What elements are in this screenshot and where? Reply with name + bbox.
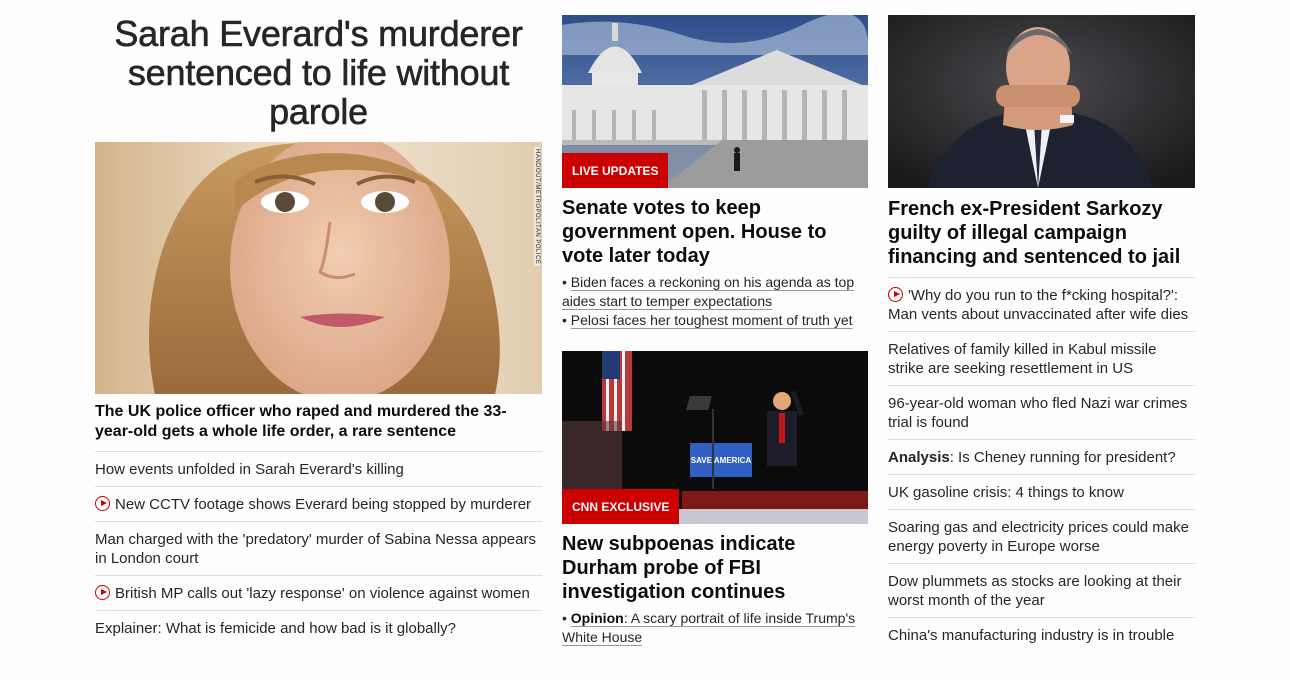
related-item-text: Dow plummets as stocks are looking at th… [888, 573, 1182, 609]
related-item[interactable]: New CCTV footage shows Everard being sto… [95, 487, 542, 522]
top-story-column: Sarah Everard's murderer sentenced to li… [95, 0, 542, 645]
related-item-text: How events unfolded in Sarah Everard's k… [95, 461, 404, 478]
related-item[interactable]: Dow plummets as stocks are looking at th… [888, 564, 1195, 618]
related-item[interactable]: Man charged with the 'predatory' murder … [95, 522, 542, 576]
related-item[interactable]: UK gasoline crisis: 4 things to know [888, 475, 1195, 510]
related-item[interactable]: How events unfolded in Sarah Everard's k… [95, 452, 542, 487]
related-item-text: New CCTV footage shows Everard being sto… [115, 496, 532, 513]
analysis-label: Analysis [888, 449, 950, 466]
card-headline[interactable]: New subpoenas indicate Durham probe of F… [562, 532, 868, 604]
card-bullet[interactable]: • Biden faces a reckoning on his agenda … [562, 273, 868, 311]
story-card-durham: SAVE AMERICA CNN EXCLUSIVE New subpoenas… [562, 351, 868, 647]
photo-credit: HANDOUT/METROPOLITAN POLICE [534, 147, 540, 267]
man-portrait-image [888, 15, 1195, 188]
middle-column: LIVE UPDATES Senate votes to keep govern… [562, 0, 868, 645]
related-item-text: Explainer: What is femicide and how bad … [95, 620, 457, 637]
sarkozy-image[interactable] [888, 15, 1195, 188]
hero-headline[interactable]: Sarah Everard's murderer sentenced to li… [95, 14, 542, 132]
rally-image[interactable]: SAVE AMERICA CNN EXCLUSIVE [562, 351, 868, 524]
related-item-text: : Is Cheney running for president? [949, 449, 1176, 466]
related-item[interactable]: 'Why do you run to the f*cking hospital?… [888, 278, 1195, 332]
related-item[interactable]: China's manufacturing industry is in tro… [888, 618, 1195, 652]
related-item-text: Relatives of family killed in Kabul miss… [888, 341, 1157, 377]
play-video-icon [95, 496, 110, 511]
related-item-text: Soaring gas and electricity prices could… [888, 519, 1189, 555]
hero-lead-link[interactable]: The UK police officer who raped and murd… [95, 394, 542, 452]
opinion-label: Opinion [570, 610, 624, 626]
capitol-image[interactable]: LIVE UPDATES [562, 15, 868, 188]
related-item-text: 'Why do you run to the f*cking hospital?… [888, 287, 1189, 323]
exclusive-badge: CNN EXCLUSIVE [562, 489, 680, 524]
related-item[interactable]: 96-year-old woman who fled Nazi war crim… [888, 386, 1195, 440]
card-bullet[interactable]: • Opinion: A scary portrait of life insi… [562, 609, 868, 647]
sign-text: SAVE AMERICA [691, 456, 752, 465]
hero-photo[interactable]: HANDOUT/METROPOLITAN POLICE [95, 142, 542, 394]
story-card-senate: LIVE UPDATES Senate votes to keep govern… [562, 15, 868, 330]
portrait-image [95, 142, 542, 394]
card-headline[interactable]: Senate votes to keep government open. Ho… [562, 196, 868, 268]
right-column: French ex-President Sarkozy guilty of il… [888, 0, 1195, 652]
related-item-text: UK gasoline crisis: 4 things to know [888, 484, 1124, 501]
related-item[interactable]: British MP calls out 'lazy response' on … [95, 576, 542, 611]
card-bullet[interactable]: • Pelosi faces her toughest moment of tr… [562, 311, 868, 330]
live-updates-badge: LIVE UPDATES [562, 153, 669, 188]
related-item-text: Man charged with the 'predatory' murder … [95, 531, 536, 567]
related-item-text: British MP calls out 'lazy response' on … [115, 585, 530, 602]
related-list: How events unfolded in Sarah Everard's k… [95, 452, 542, 645]
play-video-icon [95, 585, 110, 600]
related-item-text: 96-year-old woman who fled Nazi war crim… [888, 395, 1188, 431]
card-bullet-text: Biden faces a reckoning on his agenda as… [562, 274, 855, 309]
related-item[interactable]: Analysis: Is Cheney running for presiden… [888, 440, 1195, 475]
play-video-icon [888, 287, 903, 302]
related-item[interactable]: Relatives of family killed in Kabul miss… [888, 332, 1195, 386]
card-headline[interactable]: French ex-President Sarkozy guilty of il… [888, 197, 1195, 269]
related-item-text: China's manufacturing industry is in tro… [888, 627, 1175, 644]
right-related-list: 'Why do you run to the f*cking hospital?… [888, 277, 1195, 652]
related-item[interactable]: Explainer: What is femicide and how bad … [95, 611, 542, 645]
card-bullet-text: Pelosi faces her toughest moment of trut… [570, 312, 853, 328]
related-item[interactable]: Soaring gas and electricity prices could… [888, 510, 1195, 564]
